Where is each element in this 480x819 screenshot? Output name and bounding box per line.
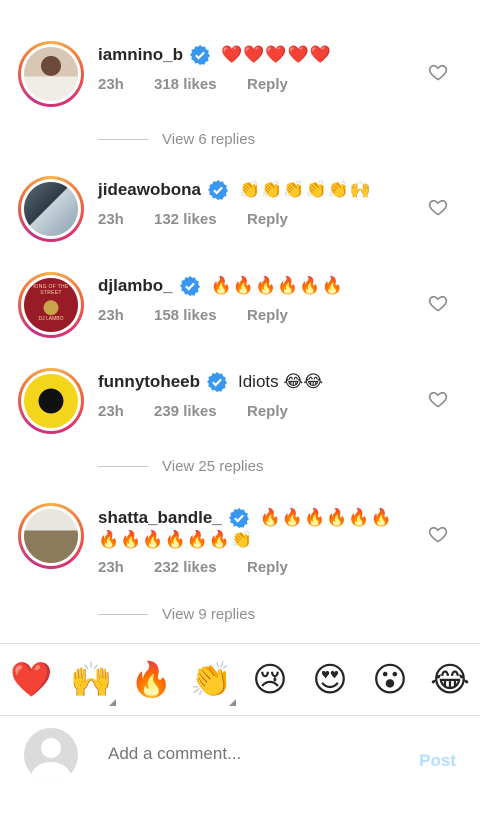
skin-tone-indicator — [229, 699, 236, 706]
emoji-clap-button[interactable]: 👏 — [190, 660, 236, 706]
emoji-reaction-bar: ❤️ 🙌 🔥 👏 😢 😍 😮 😂 — [0, 643, 480, 716]
verified-badge-icon — [189, 44, 211, 66]
view-replies-label: View 25 replies — [162, 458, 264, 475]
verified-badge-icon — [207, 179, 229, 201]
reply-button[interactable]: Reply — [247, 211, 288, 228]
comment-time: 23h — [98, 559, 124, 576]
heart-outline-icon[interactable] — [428, 524, 448, 544]
post-button[interactable]: Post — [419, 751, 456, 771]
emoji-raised-hands-glyph: 🙌 — [70, 661, 113, 699]
emoji-raised-hands-button[interactable]: 🙌 — [70, 660, 116, 706]
comment-composer: Post — [0, 717, 480, 819]
reply-button[interactable]: Reply — [247, 307, 288, 324]
emoji-heart-eyes-button[interactable]: 😍 — [310, 660, 350, 700]
like-count[interactable]: 232 likes — [154, 559, 247, 576]
comment-input[interactable] — [108, 744, 388, 764]
verified-badge-icon — [179, 275, 200, 297]
avatar-image — [24, 182, 78, 236]
avatar[interactable]: KING OF THE STREET DJ LAMBO — [18, 272, 84, 338]
emoji-surprised-button[interactable]: 😮 — [370, 660, 410, 700]
view-replies-label: View 9 replies — [162, 606, 256, 623]
reply-button[interactable]: Reply — [247, 559, 288, 576]
avatar-image — [24, 374, 78, 428]
comment-time: 23h — [98, 307, 124, 324]
avatar-logo-text: DJ LAMBO — [38, 316, 64, 322]
username[interactable]: iamnino_b — [98, 44, 183, 66]
view-replies-label: View 6 replies — [162, 131, 256, 148]
like-count[interactable]: 158 likes — [154, 307, 247, 324]
comment-text: 🔥🔥🔥🔥🔥🔥 — [210, 276, 344, 295]
emoji-crying-button[interactable]: 😢 — [250, 660, 290, 700]
heart-outline-icon[interactable] — [428, 197, 448, 217]
username[interactable]: djlambo_ — [98, 275, 173, 297]
heart-outline-icon[interactable] — [428, 389, 448, 409]
divider — [98, 466, 148, 467]
comment-text: 🔥🔥🔥🔥🔥🔥 — [259, 508, 393, 527]
reply-button[interactable]: Reply — [247, 403, 288, 420]
avatar-placeholder-head — [41, 738, 61, 758]
like-count[interactable]: 318 likes — [154, 76, 247, 93]
emoji-laughing-button[interactable]: 😂 — [430, 660, 470, 700]
heart-outline-icon[interactable] — [428, 62, 448, 82]
avatar-image — [24, 47, 78, 101]
comment-text-continued: 🔥🔥🔥🔥🔥🔥👏 — [98, 530, 254, 549]
emoji-fire-button[interactable]: 🔥 — [130, 660, 172, 700]
comment-time: 23h — [98, 76, 124, 93]
avatar-image: KING OF THE STREET DJ LAMBO — [24, 278, 78, 332]
avatar-logo-text: KING OF THE STREET — [33, 284, 69, 296]
username[interactable]: shatta_bandle_ — [98, 507, 222, 529]
divider — [98, 614, 148, 615]
avatar[interactable] — [18, 368, 84, 434]
avatar-placeholder-body — [31, 762, 71, 782]
like-count[interactable]: 239 likes — [154, 403, 247, 420]
username[interactable]: jideawobona — [98, 179, 201, 201]
avatar[interactable] — [18, 176, 84, 242]
emoji-heart-button[interactable]: ❤️ — [10, 660, 52, 700]
comment-text: 👏👏👏👏👏🙌 — [238, 180, 372, 199]
comment-text: ❤️❤️❤️❤️❤️ — [221, 45, 332, 64]
heart-outline-icon[interactable] — [428, 293, 448, 313]
view-replies-button[interactable]: View 9 replies — [98, 606, 255, 623]
reply-button[interactable]: Reply — [247, 76, 288, 93]
avatar-image — [24, 509, 78, 563]
comment-text: Idiots 😂😂 — [238, 372, 324, 391]
current-user-avatar — [24, 728, 78, 782]
username[interactable]: funnytoheeb — [98, 371, 200, 393]
comment-time: 23h — [98, 211, 124, 228]
view-replies-button[interactable]: View 6 replies — [98, 131, 255, 148]
like-count[interactable]: 132 likes — [154, 211, 247, 228]
divider — [98, 139, 148, 140]
view-replies-button[interactable]: View 25 replies — [98, 458, 263, 475]
verified-badge-icon — [206, 371, 228, 393]
comments-list: iamnino_b ❤️❤️❤️❤️❤️ 23h 318 likes Reply… — [0, 0, 480, 643]
comment-time: 23h — [98, 403, 124, 420]
skin-tone-indicator — [109, 699, 116, 706]
avatar[interactable] — [18, 503, 84, 569]
emoji-clap-glyph: 👏 — [190, 661, 233, 699]
avatar[interactable] — [18, 41, 84, 107]
verified-badge-icon — [228, 507, 249, 529]
